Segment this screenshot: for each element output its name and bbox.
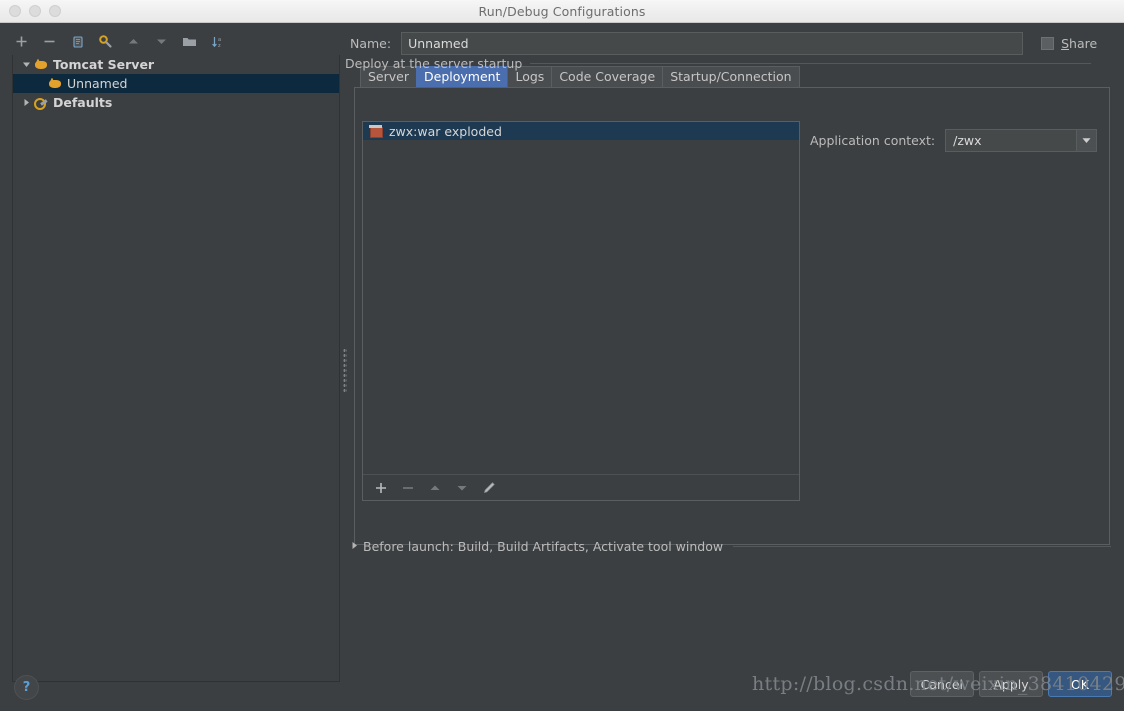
window-title: Run/Debug Configurations <box>478 3 646 19</box>
tree-item-label: Unnamed <box>67 76 128 91</box>
add-icon[interactable] <box>13 33 30 50</box>
svg-text:z: z <box>218 43 221 49</box>
group-separator <box>530 63 1091 64</box>
deployment-artifacts-box: zwx:war exploded <box>362 121 800 501</box>
list-item[interactable]: zwx:war exploded <box>363 122 799 140</box>
name-input[interactable] <box>401 31 1024 55</box>
configurations-sidebar: a z Tomcat Server Unnamed Defaults <box>0 23 340 711</box>
tree-item-unnamed[interactable]: Unnamed <box>13 74 339 93</box>
tomcat-icon <box>33 57 49 73</box>
configuration-editor-panel: Name: Share Server Deployment Logs Code … <box>340 23 1124 711</box>
deploy-group-title: Deploy at the server startup <box>345 56 1091 71</box>
remove-icon[interactable] <box>41 33 58 50</box>
move-up-icon[interactable] <box>125 33 142 50</box>
deployment-list-toolbar <box>363 474 799 500</box>
add-artifact-icon[interactable] <box>373 480 389 496</box>
tree-item-label: Defaults <box>53 95 113 110</box>
share-checkbox-row[interactable]: Share <box>1041 36 1097 51</box>
chevron-right-icon[interactable] <box>19 98 33 107</box>
artifact-label: zwx:war exploded <box>389 123 502 139</box>
deployment-artifacts-list[interactable]: zwx:war exploded <box>363 122 799 474</box>
move-up-icon[interactable] <box>427 480 443 496</box>
before-launch-row[interactable]: Before launch: Build, Build Artifacts, A… <box>351 539 1111 554</box>
artifact-icon <box>369 124 384 138</box>
application-context-value[interactable]: /zwx <box>946 133 1076 148</box>
cancel-button[interactable]: Cancel <box>909 671 974 697</box>
share-checkbox[interactable] <box>1041 36 1055 50</box>
remove-artifact-icon[interactable] <box>400 480 416 496</box>
before-launch-separator <box>733 546 1111 547</box>
tomcat-icon <box>47 76 63 92</box>
gear-icon[interactable] <box>97 33 114 50</box>
share-label: Share <box>1061 35 1098 51</box>
share-label-rest: hare <box>1069 35 1098 51</box>
chevron-down-icon[interactable] <box>19 60 33 69</box>
configurations-tree[interactable]: Tomcat Server Unnamed Defaults <box>12 55 340 682</box>
window-titlebar: Run/Debug Configurations <box>0 0 1124 23</box>
help-button[interactable]: ? <box>14 675 39 700</box>
move-down-icon[interactable] <box>454 480 470 496</box>
application-context-row: Application context: /zwx <box>810 129 1098 152</box>
move-down-icon[interactable] <box>153 33 170 50</box>
application-context-combo[interactable]: /zwx <box>945 129 1098 152</box>
chevron-right-icon[interactable] <box>351 541 358 552</box>
run-debug-configurations-dialog: Run/Debug Configurations a z Tomcat Serv… <box>0 0 1124 711</box>
ok-button[interactable]: OK <box>1048 671 1112 697</box>
edit-icon[interactable] <box>481 480 497 496</box>
copy-icon[interactable] <box>69 33 86 50</box>
new-folder-icon[interactable] <box>181 33 198 50</box>
application-context-label: Application context: <box>810 133 936 148</box>
chevron-down-icon[interactable] <box>1076 130 1097 151</box>
name-label: Name: <box>350 35 392 51</box>
tree-item-label: Tomcat Server <box>53 57 155 72</box>
before-launch-label: Before launch: Build, Build Artifacts, A… <box>363 539 724 554</box>
apply-button[interactable]: Apply <box>979 671 1043 697</box>
name-row: Name: Share <box>350 31 1114 55</box>
tree-item-defaults[interactable]: Defaults <box>13 93 339 112</box>
dialog-buttons: Cancel Apply OK <box>909 671 1112 697</box>
tree-item-tomcat-server[interactable]: Tomcat Server <box>13 55 339 74</box>
wrench-icon <box>33 95 49 111</box>
deploy-group-label: Deploy at the server startup <box>345 56 523 71</box>
sidebar-toolbar: a z <box>0 29 340 54</box>
sort-alphabetically-icon[interactable]: a z <box>209 33 226 50</box>
